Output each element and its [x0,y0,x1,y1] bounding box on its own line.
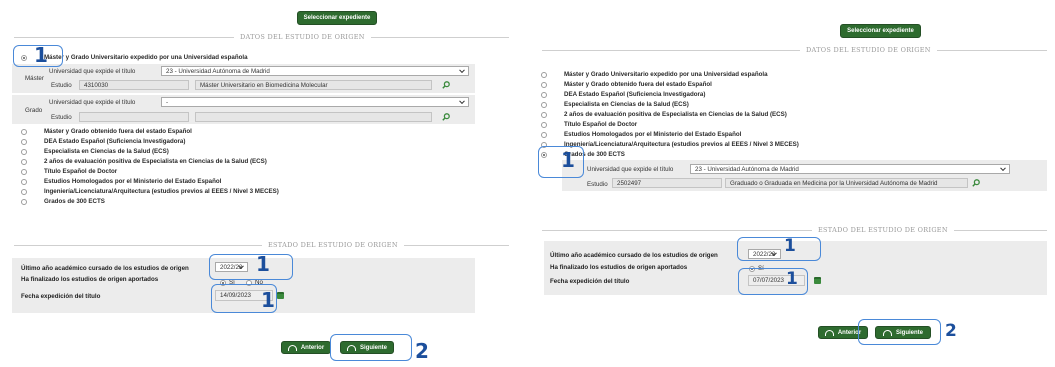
radio-button[interactable] [21,138,27,145]
chevron-down-icon [459,98,465,105]
annotation-number: 1 [256,252,270,276]
radio-button[interactable] [21,168,27,175]
radio-button[interactable] [21,188,27,195]
annotation-box [209,254,293,280]
annotation-number: 2 [415,339,429,363]
chevron-down-icon [459,67,465,74]
annotation-box [330,334,412,361]
select-expediente-button[interactable]: Seleccionar expediente [297,11,377,25]
radio-button[interactable] [21,178,27,185]
radio-button[interactable] [21,158,27,165]
university-select[interactable]: 23 - Universidad Autónoma de Madrid [690,164,1010,174]
annotation-box [737,237,821,261]
annotation-number: 1 [784,236,796,256]
option-ingenieria[interactable]: Ingeniería/Licenciatura/Arquitectura (es… [21,187,279,196]
grado-university-select[interactable]: - [161,97,469,107]
select-expediente-button[interactable]: Seleccionar expediente [840,24,921,38]
last-year-label: Último año académico cursado de los estu… [550,252,718,259]
annotation-number: 1 [561,148,575,172]
option-dea[interactable]: DEA Estado Español (Suficiencia Investig… [541,90,705,99]
grado-label: Grado [25,107,43,114]
master-study-code-field[interactable]: 4310030 [79,80,189,90]
origin-section-title: DATOS DEL ESTUDIO DE ORIGEN [14,32,509,42]
option-master-grado-espanola[interactable]: Máster y Grado Universitario expedido po… [541,70,768,79]
option-grados-300[interactable]: Grados de 300 ECTS [21,197,105,206]
select-expediente-label: Seleccionar expediente [303,15,371,21]
master-university-label: Universidad que expide el título [49,68,136,75]
back-arrow-icon [824,329,834,336]
option-homologados[interactable]: Estudios Homologados por el Ministerio d… [21,177,221,186]
chevron-down-icon [1000,165,1006,172]
calendar-icon[interactable] [814,277,821,284]
radio-button[interactable] [541,131,547,138]
option-doctor[interactable]: Título Español de Doctor [541,120,637,129]
radio-button[interactable] [541,81,547,88]
study-label: Estudio [587,181,608,188]
search-icon[interactable] [442,81,450,89]
option-doctor[interactable]: Título Español de Doctor [21,167,117,176]
prev-button[interactable]: Anterior [281,341,331,354]
annotation-number: 1 [261,288,275,312]
option-2-anos-ecs[interactable]: 2 años de evaluación positiva de Especia… [21,157,267,166]
radio-button[interactable] [541,121,547,128]
finished-label: Ha finalizado los estudios de origen apo… [21,276,159,283]
select-expediente-label: Seleccionar expediente [847,28,914,34]
option-ecs[interactable]: Especialista en Ciencias de la Salud (EC… [541,100,689,109]
radio-button[interactable] [541,91,547,98]
option-ecs[interactable]: Especialista en Ciencias de la Salud (EC… [21,147,169,156]
grado-university-label: Universidad que expide el título [49,99,136,106]
option-homologados[interactable]: Estudios Homologados por el Ministerio d… [541,130,741,139]
master-study-label: Estudio [51,82,72,89]
master-university-select[interactable]: 23 - Universidad Autónoma de Madrid [161,66,469,76]
option-fuera-espana[interactable]: Máster y Grado obtenido fuera del estado… [541,80,712,89]
annotation-number: 2 [945,321,957,341]
left-form-panel: Seleccionar expediente DATOS DEL ESTUDIO… [0,0,515,367]
option-2-anos-ecs[interactable]: 2 años de evaluación positiva de Especia… [541,110,787,119]
master-label: Máster [25,75,44,82]
annotation-number: 1 [34,43,48,67]
finished-label: Ha finalizado los estudios de origen apo… [550,264,688,271]
radio-button[interactable] [541,101,547,108]
university-label: Universidad que expide el título [587,166,674,173]
issue-date-label: Fecha expedición del título [21,293,101,300]
issue-date-label: Fecha expedición del título [550,278,630,285]
search-icon[interactable] [442,113,450,121]
calendar-icon[interactable] [277,292,284,299]
study-code-field[interactable]: 2502497 [612,178,722,188]
radio-button[interactable] [541,111,547,118]
back-arrow-icon [287,344,297,351]
last-year-label: Último año académico cursado de los estu… [21,265,189,272]
state-section-title: ESTADO DEL ESTUDIO DE ORIGEN [14,240,509,250]
state-section-title: ESTADO DEL ESTUDIO DE ORIGEN [542,225,1047,235]
origin-section-title: DATOS DEL ESTUDIO DE ORIGEN [542,45,1047,55]
annotation-number: 1 [786,269,798,289]
annotation-box [858,319,941,345]
option-dea[interactable]: DEA Estado Español (Suficiencia Investig… [21,137,185,146]
grado-study-code-field[interactable] [79,112,189,122]
master-study-name-field[interactable]: Máster Universitario en Biomedicina Mole… [195,80,432,90]
grado-study-name-field[interactable] [195,112,432,122]
radio-button[interactable] [21,198,27,205]
radio-button[interactable] [541,71,547,78]
radio-button[interactable] [21,128,27,135]
search-icon[interactable] [972,179,980,187]
grado-study-label: Estudio [51,114,72,121]
radio-button[interactable] [21,148,27,155]
study-name-field[interactable]: Graduado o Graduada en Medicina por la U… [725,178,968,188]
right-form-panel: Seleccionar expediente DATOS DEL ESTUDIO… [532,13,1055,367]
option-fuera-espana[interactable]: Máster y Grado obtenido fuera del estado… [21,127,192,136]
